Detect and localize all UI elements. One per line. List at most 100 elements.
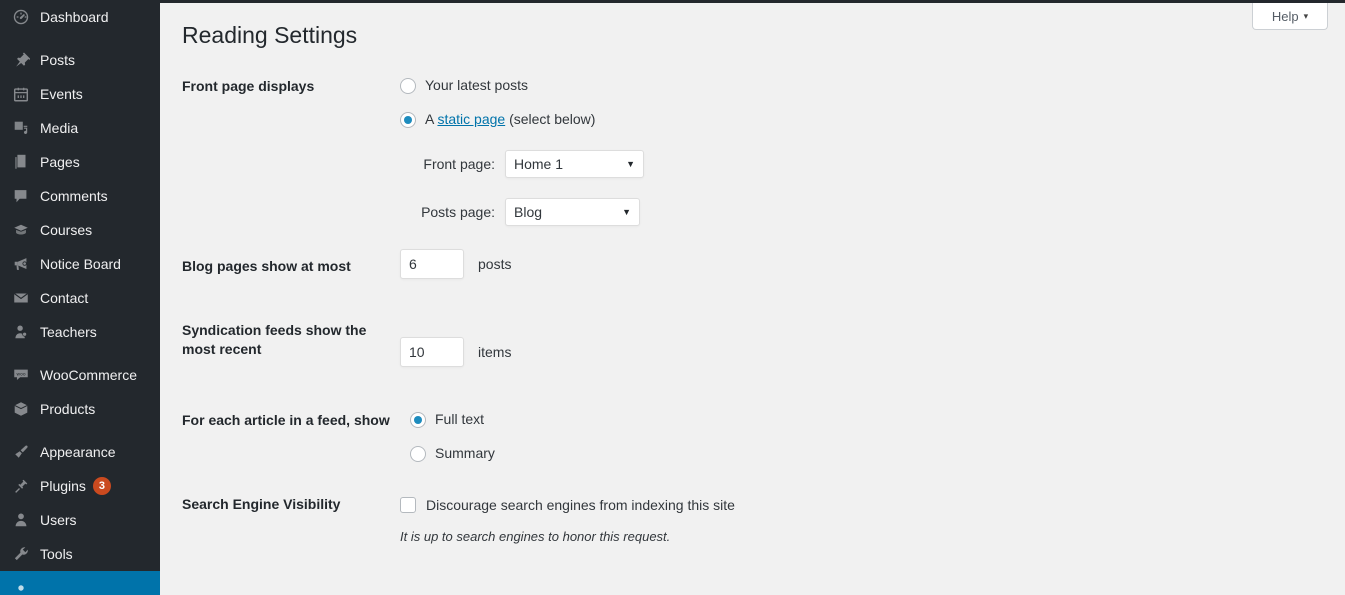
pages-icon	[11, 152, 31, 172]
sidebar-item-label: Teachers	[40, 315, 97, 349]
sidebar-item-media[interactable]: Media	[0, 111, 160, 145]
user-icon	[11, 510, 31, 530]
posts-page-select-value: Blog	[514, 204, 542, 220]
sidebar-item-events[interactable]: Events	[0, 77, 160, 111]
paintbrush-icon	[11, 442, 31, 462]
sidebar-item-label: Notice Board	[40, 247, 121, 281]
sidebar-item-label: Events	[40, 77, 83, 111]
comment-icon	[11, 186, 31, 206]
sidebar-item-label: Plugins	[40, 469, 86, 503]
static-page-text-before: A	[425, 111, 437, 127]
blog-pages-suffix: posts	[478, 256, 511, 272]
media-icon	[11, 118, 31, 138]
sidebar-item-appearance[interactable]: Appearance	[0, 435, 160, 469]
search-engine-visibility-field: Discourage search engines from indexing …	[400, 495, 1302, 544]
help-tab-button[interactable]: Help ▾	[1252, 3, 1328, 30]
sidebar-item-comments[interactable]: Comments	[0, 179, 160, 213]
plug-icon	[11, 476, 31, 496]
sidebar-item-notice-board[interactable]: Notice Board	[0, 247, 160, 281]
user-badge-icon	[11, 322, 31, 342]
sidebar-item-contact[interactable]: Contact	[0, 281, 160, 315]
sidebar-item-label: WooCommerce	[40, 358, 137, 392]
static-page-link[interactable]: static page	[437, 111, 505, 127]
sidebar-item-posts[interactable]: Posts	[0, 43, 160, 77]
sidebar-item-label: Comments	[40, 179, 108, 213]
chevron-down-icon: ▼	[626, 159, 635, 169]
sidebar-item-pages[interactable]: Pages	[0, 145, 160, 179]
front-page-caption: Front page:	[411, 156, 495, 172]
megaphone-icon	[11, 254, 31, 274]
front-page-select-value: Home 1	[514, 156, 563, 172]
sidebar-item-tools[interactable]: Tools	[0, 537, 160, 571]
radio-summary[interactable]	[410, 446, 426, 462]
admin-sidebar: Dashboard Posts Events Media Pages	[0, 0, 160, 595]
radio-option-full-text[interactable]: Full text	[410, 409, 1302, 430]
radio-option-summary[interactable]: Summary	[410, 443, 1302, 464]
radio-latest-posts[interactable]	[400, 78, 416, 94]
radio-full-text[interactable]	[410, 412, 426, 428]
plugins-update-badge: 3	[93, 477, 111, 495]
syndication-feeds-field: 10 items	[400, 321, 1302, 367]
sidebar-item-label: Dashboard	[40, 0, 109, 34]
reading-settings-form: Front page displays Your latest posts A …	[182, 75, 1302, 544]
woocommerce-icon: woo	[11, 365, 31, 385]
sidebar-item-courses[interactable]: Courses	[0, 213, 160, 247]
discourage-search-engines-label: Discourage search engines from indexing …	[426, 495, 735, 515]
wordpress-admin-screen: Dashboard Posts Events Media Pages	[0, 0, 1345, 595]
blog-pages-input[interactable]: 6	[400, 249, 464, 279]
search-engine-visibility-note: It is up to search engines to honor this…	[400, 529, 1302, 544]
front-page-select[interactable]: Home 1 ▼	[505, 150, 644, 178]
syndication-feeds-suffix: items	[478, 344, 511, 360]
help-tab-label: Help	[1272, 9, 1299, 24]
sidebar-item-woocommerce[interactable]: woo WooCommerce	[0, 358, 160, 392]
wrench-icon	[11, 544, 31, 564]
discourage-search-engines-option[interactable]: Discourage search engines from indexing …	[400, 495, 1302, 515]
sidebar-item-settings-active[interactable]	[0, 571, 160, 595]
discourage-search-engines-checkbox[interactable]	[400, 497, 416, 513]
sidebar-item-label: Tools	[40, 537, 73, 571]
front-page-displays-label: Front page displays	[182, 75, 400, 96]
sidebar-item-label: Media	[40, 111, 78, 145]
page-title: Reading Settings	[182, 21, 357, 50]
syndication-feeds-label: Syndication feeds show the most recent	[182, 321, 400, 359]
front-page-displays-field: Your latest posts A static page (select …	[400, 75, 1302, 226]
sidebar-item-label: Pages	[40, 145, 80, 179]
radio-static-page-label: A static page (select below)	[425, 110, 595, 129]
static-page-selects: Front page: Home 1 ▼ Posts page: Blog ▼	[411, 150, 1302, 226]
front-page-select-line: Front page: Home 1 ▼	[411, 150, 1302, 178]
radio-option-static-page[interactable]: A static page (select below)	[400, 109, 1302, 130]
gear-icon	[11, 578, 31, 595]
radio-summary-label: Summary	[435, 444, 495, 463]
posts-page-select[interactable]: Blog ▼	[505, 198, 640, 226]
dashboard-icon	[11, 7, 31, 27]
sidebar-item-label: Posts	[40, 43, 75, 77]
row-feed-article-show: For each article in a feed, show Full te…	[182, 409, 1302, 464]
chevron-down-icon: ▼	[622, 207, 631, 217]
box-icon	[11, 399, 31, 419]
radio-static-page[interactable]	[400, 112, 416, 128]
feed-article-show-field: Full text Summary	[410, 409, 1302, 464]
sidebar-item-label: Appearance	[40, 435, 116, 469]
sidebar-item-plugins[interactable]: Plugins 3	[0, 469, 160, 503]
sidebar-item-dashboard[interactable]: Dashboard	[0, 0, 160, 34]
sidebar-item-users[interactable]: Users	[0, 503, 160, 537]
sidebar-item-label: Users	[40, 503, 77, 537]
syndication-feeds-input[interactable]: 10	[400, 337, 464, 367]
main-content: Help ▾ Reading Settings Front page displ…	[160, 3, 1345, 595]
sidebar-item-label: Products	[40, 392, 95, 426]
sidebar-item-label: Courses	[40, 213, 92, 247]
row-front-page-displays: Front page displays Your latest posts A …	[182, 75, 1302, 226]
sidebar-item-products[interactable]: Products	[0, 392, 160, 426]
radio-latest-posts-label: Your latest posts	[425, 76, 528, 95]
row-syndication-feeds: Syndication feeds show the most recent 1…	[182, 321, 1302, 367]
pin-icon	[11, 50, 31, 70]
graduation-cap-icon	[11, 220, 31, 240]
chevron-down-icon: ▾	[1304, 11, 1309, 22]
blog-pages-label: Blog pages show at most	[182, 249, 400, 276]
radio-option-latest-posts[interactable]: Your latest posts	[400, 75, 1302, 96]
static-page-text-after: (select below)	[505, 111, 595, 127]
sidebar-item-label: Contact	[40, 281, 88, 315]
sidebar-item-teachers[interactable]: Teachers	[0, 315, 160, 349]
blog-pages-field: 6 posts	[400, 249, 1302, 279]
search-engine-visibility-label: Search Engine Visibility	[182, 495, 400, 514]
